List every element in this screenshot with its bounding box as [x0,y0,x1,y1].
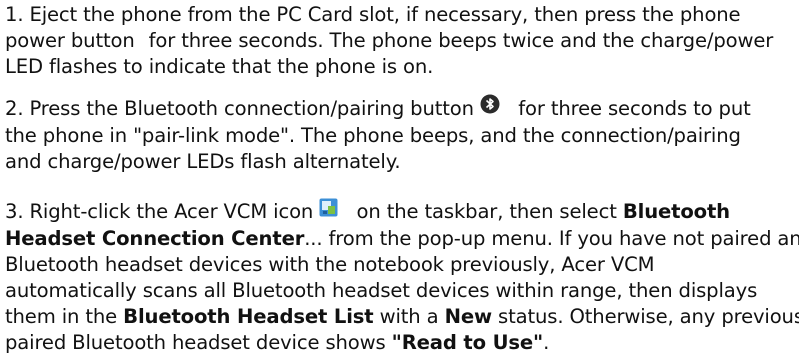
step-3-line-4: automatically scans all Bluetooth headse… [5,278,758,302]
step-3: 3. Right-click the Acer VCM icon on the … [5,198,799,356]
step-2-line-3: and charge/power LEDs flash alternately. [5,150,401,173]
step-3-line-5: them in the Bluetooth Headset List with … [5,304,799,330]
step-2-line-2: the phone in "pair-link mode". The phone… [5,124,741,147]
headset-connection-center-label: Headset Connection Center [5,226,305,250]
step-3-line-3: Bluetooth headset devices with the noteb… [5,252,655,276]
step-2-text-b: for three seconds to put [518,97,751,120]
step-3-text-a: 3. Right-click the Acer VCM icon [5,200,314,223]
step-1-line-3: LED flashes to indicate that the phone i… [5,55,434,78]
step-1-text-a: power button [5,29,135,52]
new-status-label: New [444,304,492,328]
step-3-text-h: . [543,330,550,354]
bluetooth-icon [480,94,500,121]
acer-vcm-icon [319,198,338,224]
step-2-line-1: 2. Press the Bluetooth connection/pairin… [5,94,799,123]
bluetooth-label: Bluetooth [622,200,730,223]
step-3-text-d: them in the [5,304,118,328]
step-1-line-1: 1. Eject the phone from the PC Card slot… [5,3,741,26]
step-3-line-2: Headset Connection Center... from the po… [5,226,799,252]
step-3-line-1: 3. Right-click the Acer VCM icon on the … [5,198,799,226]
step-1-line-2: power button for three seconds. The phone… [5,28,799,54]
step-1-text-b: for three seconds. The phone beeps twice… [148,29,774,52]
step-2: 2. Press the Bluetooth connection/pairin… [5,94,799,175]
read-to-use-label: "Read to Use" [391,330,544,354]
step-3-text-c: ... from the pop-up menu. If you have no… [304,226,799,250]
step-3-text-b: on the taskbar, then select [356,200,617,223]
step-2-text-a: 2. Press the Bluetooth connection/pairin… [5,97,474,120]
step-3-line-6: paired Bluetooth headset device shows "R… [5,330,799,356]
step-3-text-f: status. Otherwise, any previously [498,304,799,328]
step-1: 1. Eject the phone from the PC Card slot… [5,2,799,80]
bluetooth-headset-list-label: Bluetooth Headset List [123,304,374,328]
step-3-text-g: paired Bluetooth headset device shows [5,330,386,354]
step-3-text-e: with a [379,304,439,328]
